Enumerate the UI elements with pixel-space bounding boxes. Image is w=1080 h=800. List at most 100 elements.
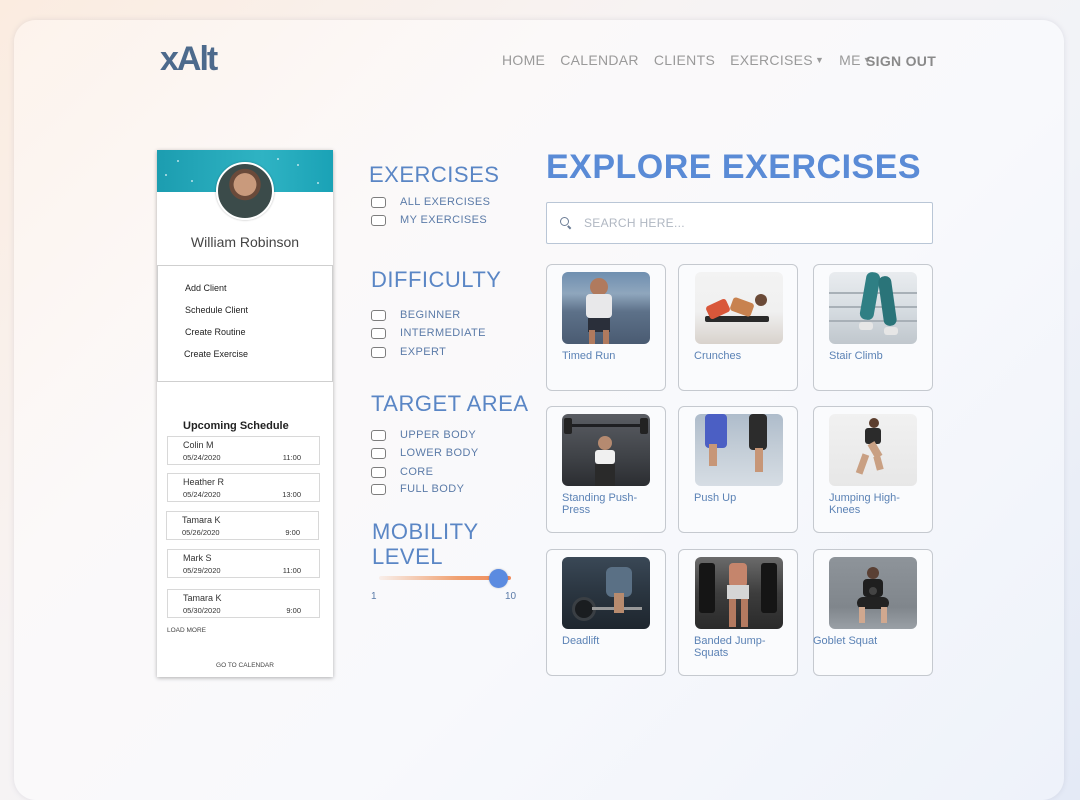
exercise-image [829,414,917,486]
slider-max-label: 10 [505,591,517,602]
exercise-image [829,272,917,344]
exercise-label: Stair Climb [829,350,883,362]
filter-upper-body[interactable]: UPPER BODY [371,429,476,441]
exercise-label: Timed Run [562,350,616,362]
filter-full-body[interactable]: FULL BODY [371,483,464,495]
checkbox[interactable] [371,214,386,226]
exercise-label: Goblet Squat [813,635,878,647]
filter-label: CORE [400,466,434,478]
filter-label: FULL BODY [400,483,465,495]
schedule-time: 9:00 [285,528,300,537]
exercise-label: Jumping High-Knees [829,492,900,516]
filter-my-exercises[interactable]: MY EXERCISES [371,214,487,226]
exercise-image [562,557,650,629]
checkbox[interactable] [371,429,386,441]
checkbox[interactable] [371,466,386,478]
filter-core[interactable]: CORE [371,466,433,478]
create-routine-link[interactable]: Create Routine [185,327,246,337]
exercise-card-jumping-high-knees[interactable]: Jumping High-Knees [813,406,933,533]
exercise-card-push-up[interactable]: Push Up [678,406,798,533]
difficulty-filter-title: DIFFICULTY [371,267,502,292]
top-nav: HOME CALENDAR CLIENTS EXERCISES ▼ ME ▼ [502,52,887,68]
schedule-time: 11:00 [282,453,301,462]
schedule-item[interactable]: Mark S 05/29/2020 11:00 [167,549,320,578]
exercise-image [695,557,783,629]
nav-calendar[interactable]: CALENDAR [560,52,639,68]
filter-label: EXPERT [400,346,447,358]
schedule-title: Upcoming Schedule [183,420,289,432]
exercise-image [695,272,783,344]
schedule-date: 05/24/2020 [183,453,221,462]
logo[interactable]: xAlt [160,40,218,79]
filter-label: LOWER BODY [400,447,479,459]
schedule-time: 13:00 [282,490,301,499]
exercise-label: Standing Push-Press [562,492,638,516]
search-input[interactable] [584,216,884,230]
schedule-client-link[interactable]: Schedule Client [185,305,248,315]
exercise-image [829,557,917,629]
filter-all-exercises[interactable]: ALL EXERCISES [371,196,490,208]
caret-down-icon: ▼ [814,55,825,65]
target-area-filter-title: TARGET AREA [371,391,529,416]
mobility-filter-title-line2: LEVEL [372,544,443,569]
load-more-link[interactable]: LOAD MORE [167,627,206,634]
exercise-image [562,272,650,344]
schedule-date: 05/29/2020 [183,566,221,575]
checkbox[interactable] [371,483,386,495]
nav-home[interactable]: HOME [502,52,545,68]
schedule-client-name: Tamara K [182,515,221,525]
exercise-card-goblet-squat[interactable]: Goblet Squat [813,549,933,676]
exercise-label: Deadlift [562,635,600,647]
avatar[interactable] [216,162,274,220]
filter-lower-body[interactable]: LOWER BODY [371,447,479,459]
search-icon [560,216,573,230]
filter-label: BEGINNER [400,309,461,321]
mobility-slider-thumb[interactable] [489,569,508,588]
nav-clients[interactable]: CLIENTS [654,52,715,68]
exercise-label: Push Up [694,492,737,504]
mobility-filter-title: MOBILITY [372,519,479,544]
schedule-item[interactable]: Heather R 05/24/2020 13:00 [167,473,320,502]
exercise-image [562,414,650,486]
sign-out-link[interactable]: SIGN OUT [866,53,936,69]
nav-exercises-label: EXERCISES [730,52,813,68]
exercise-card-stair-climb[interactable]: Stair Climb [813,264,933,391]
schedule-client-name: Mark S [183,553,212,563]
checkbox[interactable] [371,346,386,358]
page-title: EXPLORE EXERCISES [546,148,922,186]
checkbox[interactable] [371,327,386,339]
exercise-card-timed-run[interactable]: Timed Run [546,264,666,391]
schedule-item[interactable]: Tamara K 05/30/2020 9:00 [167,589,320,618]
checkbox[interactable] [371,196,386,208]
filter-intermediate[interactable]: INTERMEDIATE [371,327,486,339]
schedule-item[interactable]: Tamara K 05/26/2020 9:00 [166,511,319,540]
exercise-label: Crunches [694,350,742,362]
schedule-date: 05/26/2020 [182,528,220,537]
go-to-calendar-link[interactable]: GO TO CALENDAR [157,662,333,669]
schedule-item[interactable]: Colin M 05/24/2020 11:00 [167,436,320,465]
filter-label: MY EXERCISES [400,214,488,226]
exercise-label: Banded Jump-Squats [694,635,766,659]
schedule-client-name: Colin M [183,440,214,450]
filter-beginner[interactable]: BEGINNER [371,309,461,321]
create-exercise-link[interactable]: Create Exercise [184,349,248,359]
filter-label: ALL EXERCISES [400,196,491,208]
checkbox[interactable] [371,447,386,459]
add-client-link[interactable]: Add Client [185,283,227,293]
nav-exercises-dropdown[interactable]: EXERCISES ▼ [730,52,824,68]
slider-min-label: 1 [371,591,377,602]
schedule-date: 05/30/2020 [183,606,221,615]
exercise-card-crunches[interactable]: Crunches [678,264,798,391]
filter-expert[interactable]: EXPERT [371,346,446,358]
exercises-filter-title: EXERCISES [369,162,500,187]
exercise-card-deadlift[interactable]: Deadlift [546,549,666,676]
exercise-card-banded-jump-squats[interactable]: Banded Jump-Squats [678,549,798,676]
checkbox[interactable] [371,309,386,321]
schedule-date: 05/24/2020 [183,490,221,499]
schedule-client-name: Heather R [183,477,225,487]
nav-me-label: ME [839,52,861,68]
schedule-client-name: Tamara K [183,593,222,603]
schedule-time: 11:00 [282,566,301,575]
profile-card: William Robinson Add Client Schedule Cli… [157,150,333,677]
exercise-card-standing-push-press[interactable]: Standing Push-Press [546,406,666,533]
